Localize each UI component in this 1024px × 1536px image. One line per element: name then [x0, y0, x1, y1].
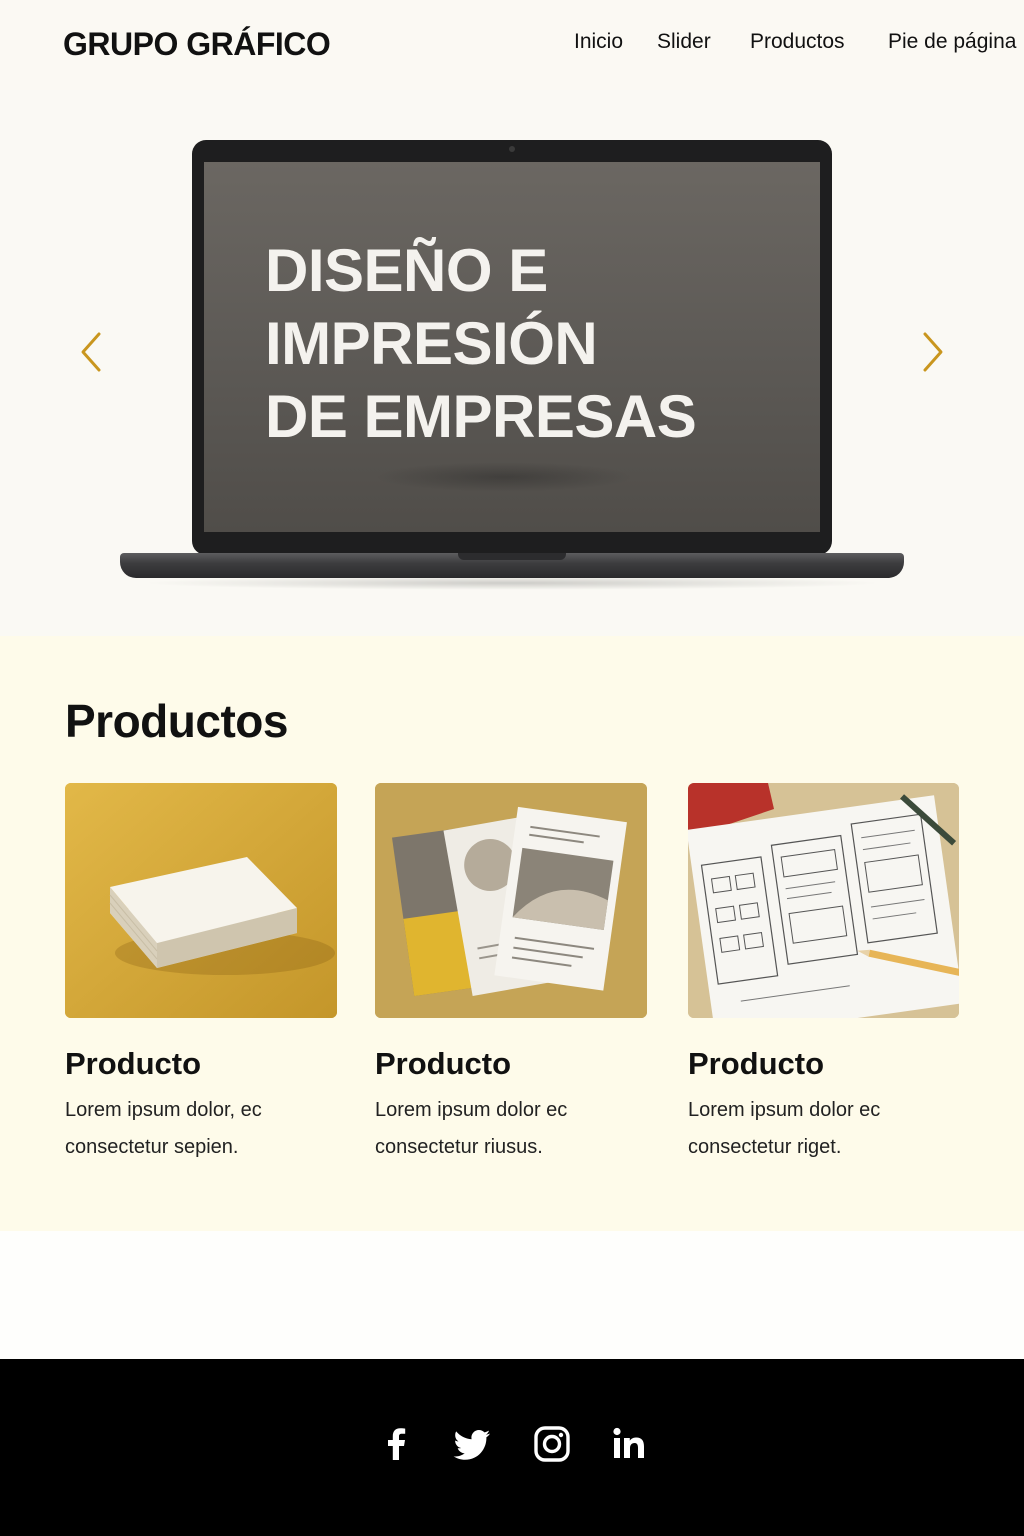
brochures-image: [375, 783, 647, 1018]
nav-link-inicio[interactable]: Inicio: [574, 30, 623, 54]
product-description: Lorem ipsum dolor ec consectetur riget.: [688, 1099, 881, 1158]
hero-title-line: DE EMPRESAS: [265, 383, 697, 450]
hero-slider: DISEÑO E IMPRESIÓN DE EMPRESAS: [0, 90, 1024, 636]
nav-link-productos[interactable]: Productos: [750, 30, 845, 54]
slider-prev-button[interactable]: [77, 330, 107, 374]
product-description: Lorem ipsum dolor ec consectetur riusus.: [375, 1099, 568, 1158]
hero-title: DISEÑO E IMPRESIÓN DE EMPRESAS: [265, 234, 785, 453]
nav-link-pie-de-pagina[interactable]: Pie de página: [888, 30, 1016, 54]
facebook-icon: [388, 1428, 406, 1460]
nav-link-slider[interactable]: Slider: [657, 30, 711, 54]
laptop-mockup: DISEÑO E IMPRESIÓN DE EMPRESAS: [192, 140, 832, 555]
wireframe-sketch-image: [688, 783, 959, 1018]
slider-next-button[interactable]: [917, 330, 947, 374]
site-footer: [0, 1359, 1024, 1536]
linkedin-link[interactable]: [609, 1424, 649, 1464]
linkedin-icon: [613, 1427, 644, 1458]
product-card[interactable]: Producto Lorem ipsum dolor ec consectetu…: [375, 783, 647, 1166]
product-card[interactable]: Producto Lorem ipsum dolor, ec consectet…: [65, 783, 337, 1166]
twitter-icon: [453, 1430, 490, 1460]
instagram-icon: [534, 1426, 570, 1462]
business-cards-image: [65, 783, 337, 1018]
chevron-right-icon: [923, 332, 943, 372]
product-title: Producto: [688, 1046, 825, 1081]
facebook-link[interactable]: [377, 1424, 417, 1464]
main-nav: Inicio Slider Productos Pie de página: [0, 30, 1024, 60]
product-card[interactable]: Producto Lorem ipsum dolor ec consectetu…: [688, 783, 959, 1166]
instagram-link[interactable]: [532, 1424, 572, 1464]
products-section: Productos Producto Lorem ipsum dolor, ec…: [0, 636, 1024, 1231]
section-title: Productos: [65, 695, 288, 747]
spacer: [0, 1231, 1024, 1359]
twitter-link[interactable]: [452, 1424, 492, 1464]
product-description: Lorem ipsum dolor, ec consectetur sepien…: [65, 1099, 262, 1158]
product-title: Producto: [375, 1046, 512, 1081]
laptop-base: [120, 553, 904, 578]
laptop-camera: [509, 146, 515, 152]
product-title: Producto: [65, 1046, 202, 1081]
hero-title-line: DISEÑO E: [265, 237, 548, 304]
hero-title-line: IMPRESIÓN: [265, 310, 598, 377]
site-header: GRUPO GRÁFICO Inicio Slider Productos Pi…: [0, 0, 1024, 90]
laptop-screen: DISEÑO E IMPRESIÓN DE EMPRESAS: [204, 162, 820, 532]
chevron-left-icon: [81, 332, 101, 372]
